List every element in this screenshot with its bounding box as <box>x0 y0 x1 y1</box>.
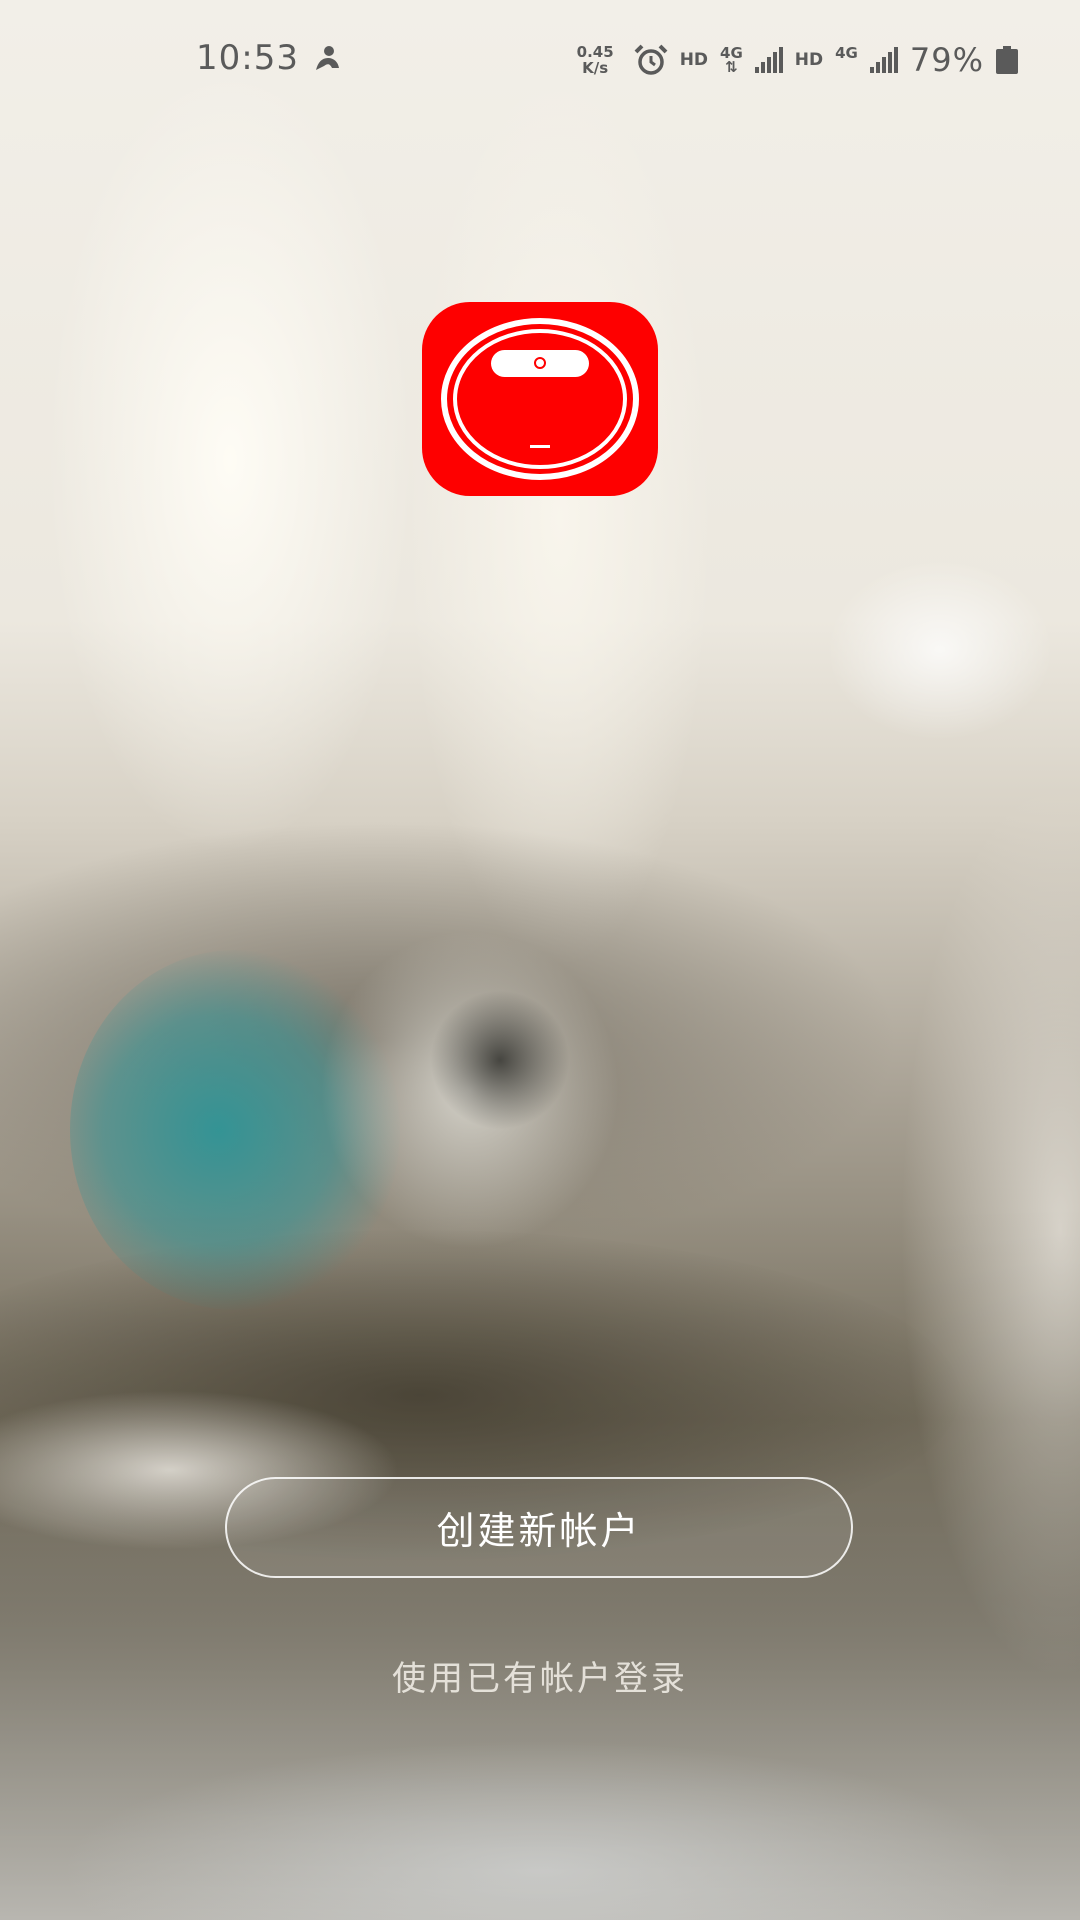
sim1-network: 4G ⇅ <box>720 44 743 76</box>
status-bar: 10:53 0.45 K/s HD 4G ⇅ HD 4G 79% <box>0 0 1080 120</box>
status-time: 10:53 <box>196 38 299 78</box>
login-existing-account-link[interactable]: 使用已有帐户登录 <box>240 1650 840 1700</box>
network-speed: 0.45 K/s <box>576 43 614 77</box>
background-image <box>0 0 1080 1920</box>
battery-percent: 79% <box>909 41 984 79</box>
notification-icon <box>312 44 342 74</box>
robot-vacuum-icon <box>422 302 658 496</box>
create-account-button[interactable]: 创建新帐户 <box>225 1477 853 1578</box>
sim2-network: 4G <box>835 44 858 62</box>
alarm-icon <box>634 44 668 76</box>
sim1-hd-label: HD <box>679 50 709 70</box>
sim2-hd-label: HD <box>794 50 824 70</box>
signal-icon <box>754 47 783 73</box>
status-indicators: 0.45 K/s HD 4G ⇅ HD 4G 79% <box>577 36 1018 84</box>
signal-icon <box>869 47 898 73</box>
battery-icon <box>996 46 1018 74</box>
